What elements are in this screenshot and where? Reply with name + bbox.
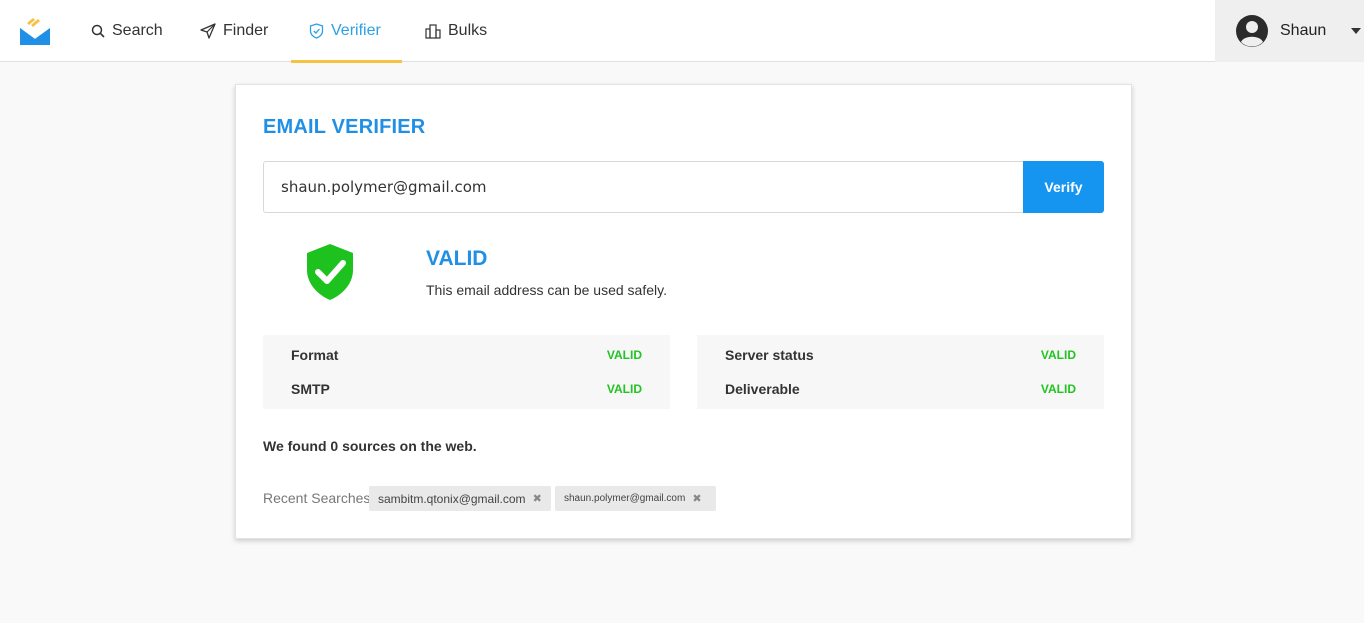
nav-verifier[interactable]: Verifier xyxy=(309,0,381,62)
check-row-format: Format VALID xyxy=(291,345,642,365)
user-name: Shaun xyxy=(1280,22,1327,39)
close-icon[interactable]: ✖ xyxy=(533,492,542,505)
paper-plane-icon xyxy=(200,23,216,39)
shield-check-icon xyxy=(309,23,324,39)
recent-searches-label: Recent Searches xyxy=(263,490,371,506)
check-label: SMTP xyxy=(291,381,330,397)
check-label: Server status xyxy=(725,347,814,363)
nav-verifier-label: Verifier xyxy=(331,22,381,39)
verify-button[interactable]: Verify xyxy=(1023,161,1104,213)
check-label: Format xyxy=(291,347,339,363)
user-menu[interactable]: Shaun xyxy=(1215,0,1364,62)
app-logo-icon[interactable] xyxy=(19,16,51,46)
check-row-server-status: Server status VALID xyxy=(725,345,1076,365)
avatar-icon xyxy=(1236,15,1268,47)
nav-search-label: Search xyxy=(112,22,163,39)
result-message: This email address can be used safely. xyxy=(426,282,667,298)
checks-panel-left: Format VALID SMTP VALID xyxy=(263,335,670,409)
nav-finder[interactable]: Finder xyxy=(200,0,268,62)
chevron-down-icon xyxy=(1351,28,1362,34)
check-row-smtp: SMTP VALID xyxy=(291,379,642,399)
top-navbar: Search Finder Verifier Bulks Shaun xyxy=(0,0,1364,63)
active-tab-indicator xyxy=(291,60,402,63)
email-input[interactable] xyxy=(263,161,1024,213)
close-icon[interactable]: ✖ xyxy=(692,492,701,505)
check-row-deliverable: Deliverable VALID xyxy=(725,379,1076,399)
valid-shield-icon xyxy=(307,244,353,300)
recent-search-text: shaun.polymer@gmail.com xyxy=(564,493,686,504)
check-value: VALID xyxy=(1040,382,1076,396)
recent-search-chip[interactable]: sambitm.qtonix@gmail.com ✖ xyxy=(369,486,551,511)
nav-search[interactable]: Search xyxy=(91,0,163,62)
search-icon xyxy=(91,24,105,38)
check-value: VALID xyxy=(606,382,642,396)
sources-summary: We found 0 sources on the web. xyxy=(263,438,477,454)
buildings-icon xyxy=(425,23,441,39)
checks-panel-right: Server status VALID Deliverable VALID xyxy=(697,335,1104,409)
recent-search-text: sambitm.qtonix@gmail.com xyxy=(378,491,526,506)
check-value: VALID xyxy=(1040,348,1076,362)
check-value: VALID xyxy=(606,348,642,362)
check-label: Deliverable xyxy=(725,381,800,397)
result-status: VALID xyxy=(426,247,488,270)
verifier-card: EMAIL VERIFIER Verify VALID This email a… xyxy=(235,84,1132,539)
nav-finder-label: Finder xyxy=(223,22,269,39)
page-title: EMAIL VERIFIER xyxy=(263,116,426,138)
recent-search-chip[interactable]: shaun.polymer@gmail.com ✖ xyxy=(555,486,716,511)
nav-bulks-label: Bulks xyxy=(448,22,488,39)
nav-bulks[interactable]: Bulks xyxy=(425,0,487,62)
